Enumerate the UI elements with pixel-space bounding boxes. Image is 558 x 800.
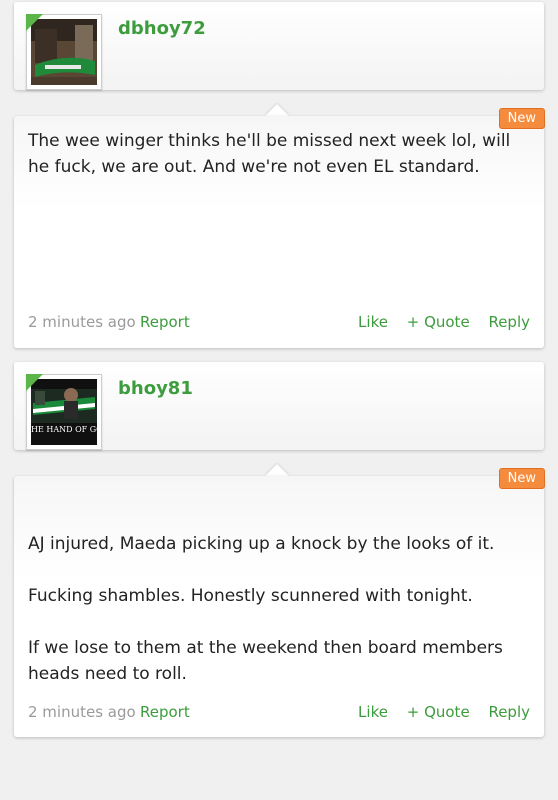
- quote-link[interactable]: + Quote: [407, 703, 470, 721]
- user-card: dbhoy72: [14, 2, 544, 90]
- new-badge: New: [498, 108, 545, 129]
- message-card: New AJ injured, Maeda picking up a knock…: [14, 468, 545, 737]
- post-footer: 2 minutes ago Report Like + Quote Reply: [28, 313, 530, 333]
- message-card: New The wee winger thinks he'll be misse…: [14, 108, 545, 348]
- reply-link[interactable]: Reply: [488, 313, 530, 331]
- avatar[interactable]: [26, 14, 102, 90]
- post-timestamp: 2 minutes ago: [28, 313, 136, 331]
- quote-link[interactable]: + Quote: [407, 313, 470, 331]
- message-paragraph: The wee winger thinks he'll be missed ne…: [28, 131, 511, 177]
- message-paragraph: If we lose to them at the weekend then b…: [28, 638, 503, 684]
- user-card: HE HAND OF GOD bhoy81: [14, 362, 544, 450]
- message-body: The wee winger thinks he'll be missed ne…: [28, 128, 530, 206]
- report-link[interactable]: Report: [140, 313, 190, 331]
- like-link[interactable]: Like: [358, 313, 388, 331]
- message-paragraph: Fucking shambles. Honestly scunnered wit…: [28, 586, 473, 606]
- report-link[interactable]: Report: [140, 703, 190, 721]
- online-indicator-icon: [26, 374, 43, 391]
- message-paragraph: AJ injured, Maeda picking up a knock by …: [28, 534, 495, 554]
- new-badge: New: [498, 468, 545, 489]
- reply-link[interactable]: Reply: [488, 703, 530, 721]
- online-indicator-icon: [26, 14, 43, 31]
- post-actions: Like + Quote Reply: [344, 703, 530, 721]
- post-actions: Like + Quote Reply: [344, 313, 530, 331]
- card-pointer: [265, 104, 289, 116]
- like-link[interactable]: Like: [358, 703, 388, 721]
- message-body: AJ injured, Maeda picking up a knock by …: [28, 531, 530, 713]
- post-timestamp: 2 minutes ago: [28, 703, 136, 721]
- post-footer: 2 minutes ago Report Like + Quote Reply: [28, 703, 530, 723]
- avatar[interactable]: HE HAND OF GOD: [26, 374, 102, 450]
- avatar-caption: HE HAND OF GOD: [31, 425, 97, 434]
- username[interactable]: dbhoy72: [118, 18, 206, 39]
- card-pointer: [265, 464, 289, 476]
- username[interactable]: bhoy81: [118, 378, 193, 399]
